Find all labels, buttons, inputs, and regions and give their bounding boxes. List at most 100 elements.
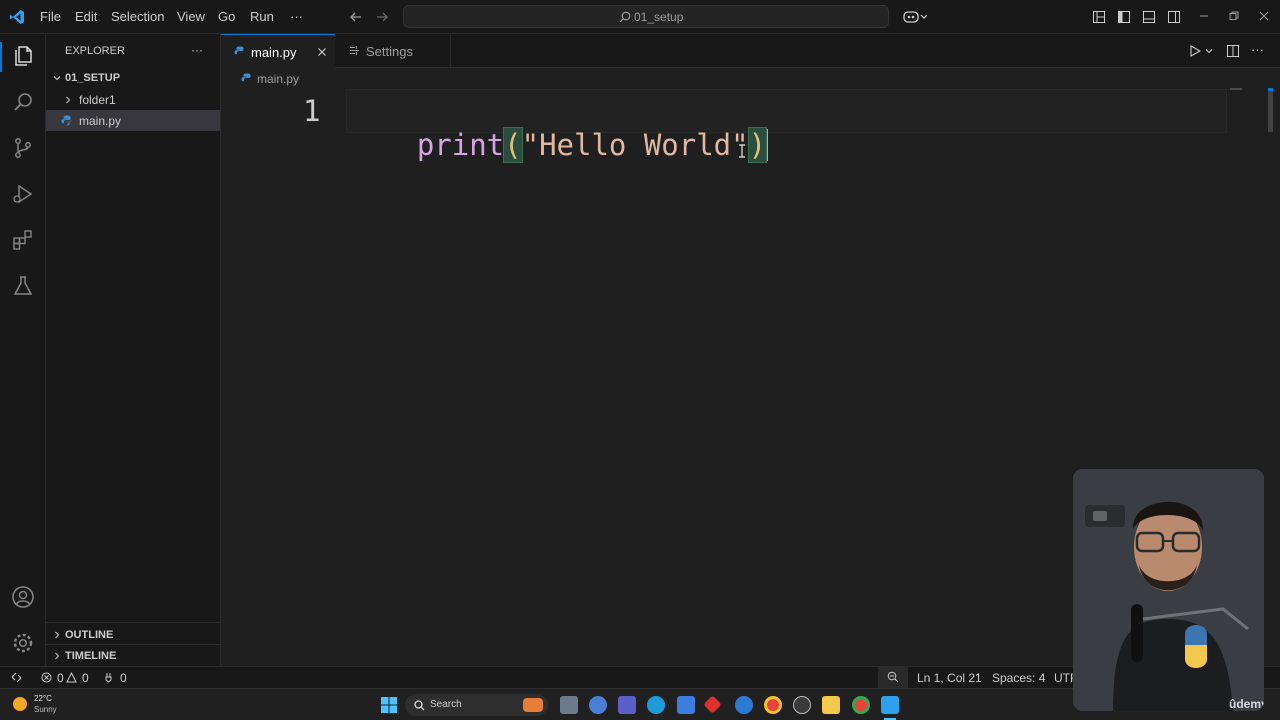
workspace-root[interactable]: 01_SETUP: [65, 72, 120, 84]
mouse-ibeam-cursor-icon: [739, 144, 745, 158]
settings-gear-icon[interactable]: [11, 631, 35, 655]
timeline-section[interactable]: TIMELINE: [65, 650, 116, 662]
udemy-watermark: ûdemy: [1229, 697, 1264, 711]
copilot-icon[interactable]: [903, 10, 927, 24]
testing-icon[interactable]: [11, 274, 35, 298]
sidebar-title: EXPLORER: [65, 45, 125, 57]
menu-run[interactable]: Run: [250, 9, 274, 24]
python-file-icon: [234, 46, 244, 55]
menu-file[interactable]: File: [40, 9, 61, 24]
warning-count[interactable]: 0: [82, 671, 89, 685]
vertical-scrollbar[interactable]: [1268, 88, 1273, 132]
teams-icon[interactable]: [618, 696, 636, 714]
code-line[interactable]: print("Hello World"): [347, 94, 769, 196]
windows-start-icon[interactable]: [381, 697, 397, 713]
minimap[interactable]: [1230, 88, 1242, 90]
active-indicator: [0, 42, 2, 72]
chevron-down-icon: [53, 76, 61, 81]
chevron-right-icon: [55, 652, 60, 660]
explorer-sidebar: EXPLORER ··· 01_SETUP folder1 main.py OU…: [46, 34, 221, 666]
menu-more[interactable]: ···: [290, 9, 303, 24]
split-editor-icon[interactable]: [1226, 44, 1240, 58]
code-close-paren: ): [747, 127, 768, 163]
line-number: 1: [303, 94, 321, 128]
editor-more-actions[interactable]: ···: [1251, 42, 1264, 57]
close-window-icon[interactable]: [1259, 11, 1269, 21]
breadcrumb[interactable]: main.py: [257, 72, 299, 86]
ports-icon[interactable]: [105, 672, 116, 683]
menu-selection[interactable]: Selection: [111, 9, 164, 24]
weather-sun-icon[interactable]: [13, 697, 27, 711]
run-debug-icon[interactable]: [11, 182, 35, 206]
openai-icon[interactable]: [793, 696, 811, 714]
restore-icon[interactable]: [1229, 11, 1239, 21]
webcam-overlay: ûdemy: [1073, 469, 1264, 711]
search-icon: [619, 11, 631, 23]
extensions-icon[interactable]: [11, 228, 35, 252]
source-control-icon[interactable]: [11, 136, 35, 160]
sidebar-more-button[interactable]: ···: [191, 43, 203, 57]
tab-bar: main.py Settings ···: [221, 34, 1280, 68]
tab-label: main.py: [251, 45, 297, 60]
tree-item-folder1[interactable]: folder1: [46, 89, 220, 110]
search-icon[interactable]: [11, 90, 35, 114]
search-highlight-icon: [523, 698, 543, 712]
menu-view[interactable]: View: [177, 9, 205, 24]
forward-arrow-icon[interactable]: [375, 10, 389, 24]
tab-main-py[interactable]: main.py: [221, 34, 335, 68]
ports-count[interactable]: 0: [120, 671, 127, 685]
run-python-file-icon[interactable]: [1188, 44, 1202, 58]
chrome-icon[interactable]: [764, 696, 782, 714]
indentation[interactable]: Spaces: 4: [992, 671, 1045, 685]
toggle-secondary-sidebar-icon[interactable]: [1167, 10, 1181, 24]
section-divider: [46, 644, 220, 645]
weather-desc[interactable]: Sunny: [34, 705, 57, 714]
chevron-right-icon: [66, 96, 71, 104]
python-file-icon: [241, 73, 251, 82]
error-count[interactable]: 0: [57, 671, 64, 685]
remote-indicator-icon[interactable]: [10, 671, 23, 684]
outline-section[interactable]: OUTLINE: [65, 629, 113, 641]
chevron-right-icon: [55, 631, 60, 639]
toggle-panel-icon[interactable]: [1142, 10, 1156, 24]
code-function: print: [416, 128, 505, 162]
store-icon[interactable]: [677, 696, 695, 714]
weather-temp[interactable]: 22°C: [34, 694, 52, 703]
presenter-video: [1073, 469, 1264, 711]
python-file-icon: [61, 115, 72, 126]
toggle-sidebar-icon[interactable]: [1117, 10, 1131, 24]
browser-icon[interactable]: [735, 696, 753, 714]
zoom-indicator[interactable]: [878, 667, 908, 688]
menu-edit[interactable]: Edit: [75, 9, 97, 24]
anydesk-icon[interactable]: [703, 695, 722, 714]
minimize-icon[interactable]: [1199, 11, 1209, 21]
file-explorer-icon[interactable]: [822, 696, 840, 714]
tree-item-label: folder1: [79, 93, 116, 107]
tab-settings[interactable]: Settings: [335, 34, 451, 68]
tab-label: Settings: [366, 44, 413, 59]
zoom-icon: [887, 671, 899, 683]
copilot-app-icon[interactable]: [589, 696, 607, 714]
section-divider: [46, 622, 220, 623]
warning-icon[interactable]: [66, 672, 77, 683]
close-tab-icon[interactable]: [317, 47, 327, 57]
taskbar-search-box[interactable]: Search: [405, 694, 548, 716]
edge-icon[interactable]: [647, 696, 665, 714]
back-arrow-icon[interactable]: [349, 10, 363, 24]
tree-item-main-py[interactable]: main.py: [46, 110, 220, 131]
settings-list-icon: [350, 46, 359, 55]
task-view-icon[interactable]: [560, 696, 578, 714]
search-icon: [414, 700, 425, 711]
command-center[interactable]: 01_setup: [403, 5, 889, 28]
customize-layout-icon[interactable]: [1092, 10, 1106, 24]
explorer-icon[interactable]: [11, 44, 35, 68]
cursor-position[interactable]: Ln 1, Col 21: [917, 671, 982, 685]
chrome-profile-icon[interactable]: [852, 696, 870, 714]
error-icon[interactable]: [41, 672, 52, 683]
account-icon[interactable]: [11, 585, 35, 609]
menu-go[interactable]: Go: [218, 9, 235, 24]
text-cursor: [766, 129, 769, 161]
vscode-taskbar-icon[interactable]: [881, 696, 899, 714]
chevron-down-icon[interactable]: [1205, 47, 1213, 55]
scrollbar-cursor-marker: [1268, 88, 1273, 91]
